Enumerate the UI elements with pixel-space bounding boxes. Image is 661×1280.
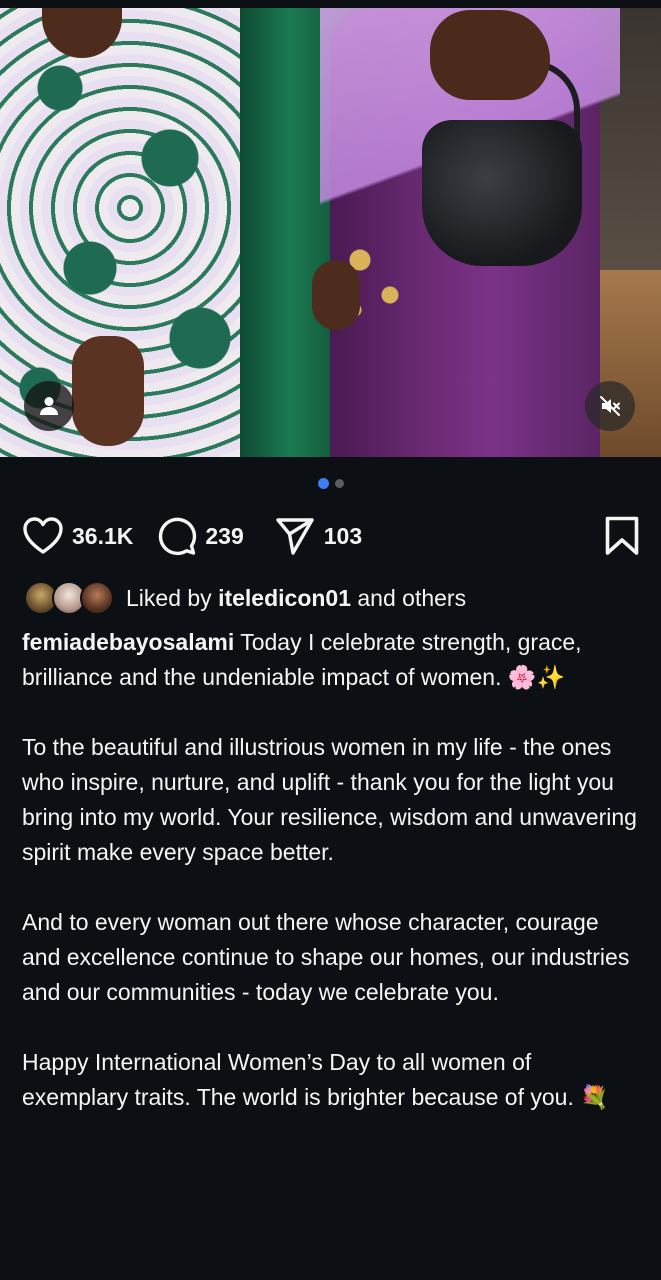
liked-by-text: Liked by iteledicon01 and others bbox=[126, 585, 466, 612]
carousel-dot-active bbox=[317, 478, 329, 489]
save-button[interactable] bbox=[604, 514, 640, 558]
likes-count[interactable]: 36.1K bbox=[72, 523, 133, 550]
carousel-indicator bbox=[0, 478, 661, 490]
comment-button[interactable]: 239 bbox=[155, 514, 244, 558]
mute-toggle-button[interactable] bbox=[585, 381, 635, 431]
bookmark-outline-icon bbox=[605, 516, 639, 555]
speech-bubble-icon bbox=[159, 517, 197, 556]
liker-avatars bbox=[24, 581, 116, 615]
liked-by-prefix: Liked by bbox=[126, 584, 212, 611]
liked-by-username[interactable]: iteledicon01 bbox=[218, 585, 351, 611]
comments-count[interactable]: 239 bbox=[205, 523, 243, 550]
photo-hand-left bbox=[72, 336, 144, 446]
tagged-users-button[interactable] bbox=[24, 381, 74, 431]
liked-by-row[interactable]: Liked by iteledicon01 and others bbox=[24, 580, 466, 616]
photo-hand-middle bbox=[312, 260, 360, 330]
share-button[interactable]: 103 bbox=[274, 514, 362, 558]
speaker-muted-icon bbox=[600, 396, 620, 416]
caption-paragraph: Happy International Women’s Day to all w… bbox=[22, 1049, 609, 1110]
caption-paragraph: And to every woman out there whose chara… bbox=[22, 909, 630, 1005]
post-media-photo[interactable] bbox=[0, 0, 661, 457]
person-icon bbox=[40, 397, 58, 415]
media-top-edge bbox=[0, 0, 661, 8]
paper-plane-icon bbox=[276, 518, 314, 555]
like-button[interactable]: 36.1K bbox=[22, 514, 133, 558]
shares-count[interactable]: 103 bbox=[324, 523, 362, 550]
post-caption: femiadebayosalami Today I celebrate stre… bbox=[22, 625, 642, 1115]
post-action-bar: 36.1K 239 103 bbox=[22, 514, 640, 558]
caption-username[interactable]: femiadebayosalami bbox=[22, 629, 234, 655]
heart-outline-icon bbox=[23, 517, 63, 554]
caption-paragraph: femiadebayosalami Today I celebrate stre… bbox=[22, 625, 642, 695]
caption-paragraph: To the beautiful and illustrious women i… bbox=[22, 734, 637, 865]
avatar bbox=[80, 581, 114, 615]
photo-hand-right bbox=[430, 10, 550, 100]
liked-by-suffix[interactable]: and others bbox=[357, 585, 466, 611]
carousel-dot bbox=[334, 479, 344, 488]
instagram-post: 36.1K 239 103 Liked by iteledicon01 and … bbox=[0, 0, 661, 1280]
photo-black-handbag bbox=[422, 120, 582, 266]
